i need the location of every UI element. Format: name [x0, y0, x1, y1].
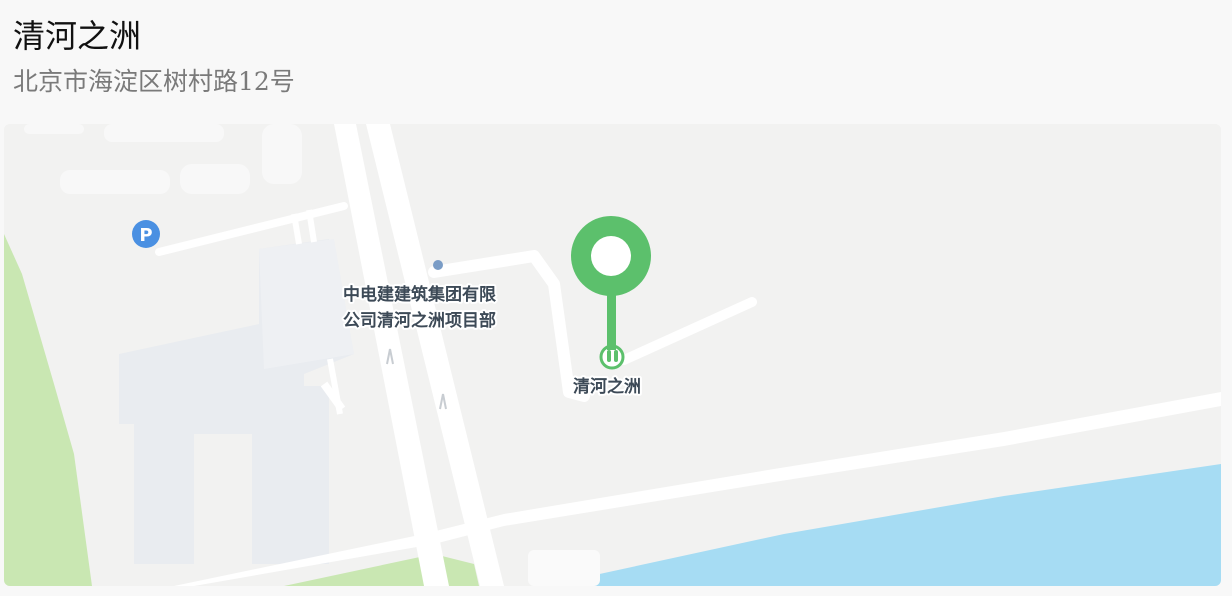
building-block [262, 124, 302, 184]
place-address: 北京市海淀区树村路12号 [13, 67, 295, 96]
bus-stop-icon[interactable] [433, 260, 443, 270]
parking-icon[interactable]: P [132, 220, 160, 248]
poi-label-line1[interactable]: 中电建建筑集团有限 [341, 282, 498, 307]
building-block [60, 170, 170, 194]
building-block [528, 550, 600, 586]
map-canvas[interactable]: P 中电建建筑集团有限 公司清河之洲项目部 清河之洲 [4, 124, 1221, 586]
building-block [104, 124, 224, 142]
marker-label[interactable]: 清河之洲 [571, 374, 643, 399]
place-title: 清河之洲 [13, 17, 142, 55]
building-block [180, 164, 250, 194]
place-header: 清河之洲 北京市海淀区树村路12号 [0, 0, 1232, 124]
building-block [24, 124, 84, 134]
poi-label-line2[interactable]: 公司清河之洲项目部 [341, 308, 498, 333]
map-view[interactable]: P 中电建建筑集团有限 公司清河之洲项目部 清河之洲 [4, 124, 1221, 586]
svg-text:P: P [139, 225, 152, 246]
